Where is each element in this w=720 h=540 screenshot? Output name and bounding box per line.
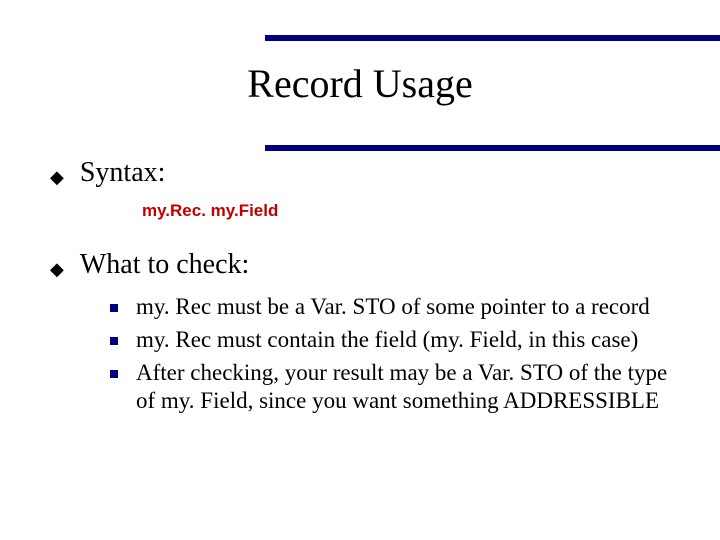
sub-text: my. Rec must be a Var. STO of some point… xyxy=(136,293,650,322)
slide-title: Record Usage xyxy=(0,60,720,107)
list-item: After checking, your result may be a Var… xyxy=(110,359,670,417)
list-item: my. Rec must be a Var. STO of some point… xyxy=(110,293,670,322)
bullet-syntax: ◆ Syntax: xyxy=(50,157,670,189)
title-rule-bottom xyxy=(265,145,720,151)
sub-text: After checking, your result may be a Var… xyxy=(136,359,670,417)
list-item: my. Rec must contain the field (my. Fiel… xyxy=(110,326,670,355)
sub-list: my. Rec must be a Var. STO of some point… xyxy=(110,293,670,416)
title-area: Record Usage xyxy=(0,0,720,107)
square-bullet-icon xyxy=(110,304,118,312)
diamond-bullet-icon: ◆ xyxy=(50,168,64,186)
square-bullet-icon xyxy=(110,337,118,345)
bullet-check-label: What to check: xyxy=(80,249,249,281)
syntax-code: my.Rec. my.Field xyxy=(142,201,670,221)
title-rule-top xyxy=(265,35,720,41)
slide-content: ◆ Syntax: my.Rec. my.Field ◆ What to che… xyxy=(0,107,720,416)
bullet-check: ◆ What to check: xyxy=(50,249,670,281)
sub-text: my. Rec must contain the field (my. Fiel… xyxy=(136,326,638,355)
bullet-syntax-label: Syntax: xyxy=(80,157,166,189)
diamond-bullet-icon: ◆ xyxy=(50,260,64,278)
square-bullet-icon xyxy=(110,370,118,378)
